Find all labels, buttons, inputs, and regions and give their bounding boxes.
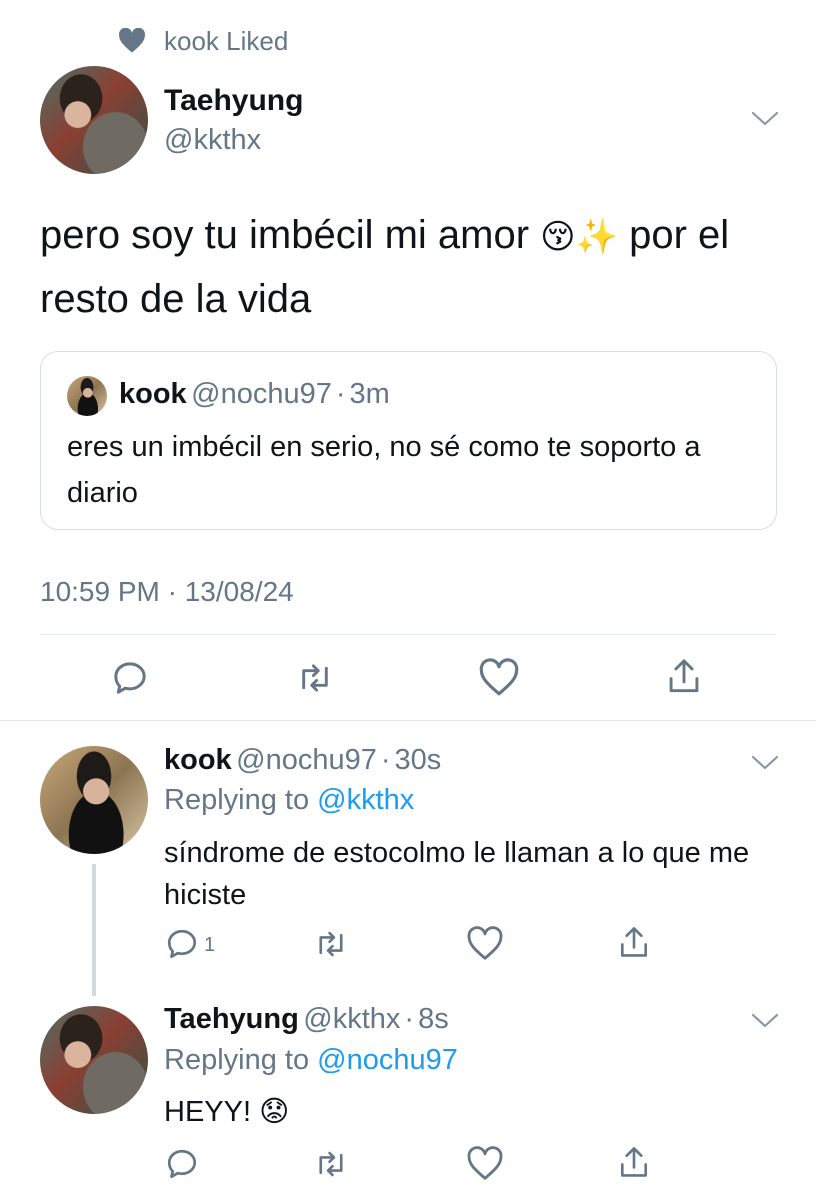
reply-author-handle[interactable]: @nochu97 (236, 744, 377, 776)
reply-time[interactable]: 8s (418, 1003, 449, 1035)
retweet-icon[interactable] (294, 658, 336, 698)
quote-text: eres un imbécil en serio, no sé como te … (67, 431, 701, 509)
share-icon[interactable] (616, 1144, 652, 1182)
reply-author-name[interactable]: Taehyung (164, 1003, 299, 1035)
replying-to: Replying to @nochu97 (164, 1044, 458, 1077)
reply-icon[interactable] (110, 658, 150, 698)
chevron-down-icon[interactable] (750, 108, 780, 128)
share-icon[interactable] (664, 656, 704, 698)
chevron-down-icon[interactable] (750, 1010, 780, 1030)
quote-author-name: kook (119, 378, 187, 410)
quote-avatar (67, 376, 107, 416)
reply-avatar[interactable] (40, 1006, 148, 1114)
replying-to-label: Replying to (164, 1044, 310, 1076)
section-divider (0, 720, 816, 721)
reply-author-name[interactable]: kook (164, 744, 232, 776)
heart-icon (118, 28, 146, 54)
retweet-icon[interactable] (312, 926, 350, 962)
tweet-timestamp[interactable]: 10:59 PM · 13/08/24 (40, 576, 294, 608)
tweet-text: pero soy tu imbécil mi amor 😚✨ por el re… (40, 204, 780, 330)
separator: · (380, 744, 391, 776)
thread-line (92, 864, 96, 996)
sparkles-icon: ✨ (575, 218, 618, 256)
quote-tweet[interactable]: kook @nochu97 · 3m eres un imbécil en seri… (40, 351, 777, 530)
separator: · (404, 1003, 415, 1035)
divider (40, 634, 776, 635)
share-icon[interactable] (616, 924, 652, 962)
reply-icon[interactable] (164, 926, 200, 962)
quote-author-handle: @nochu97 (191, 378, 332, 410)
reply-avatar[interactable] (40, 746, 148, 854)
like-icon[interactable] (466, 1146, 504, 1182)
reply-icon[interactable] (164, 1146, 200, 1182)
replying-to: Replying to @kkthx (164, 784, 414, 817)
reply-time[interactable]: 30s (395, 744, 442, 776)
author-name[interactable]: Taehyung (164, 84, 303, 118)
like-icon[interactable] (478, 658, 520, 698)
retweet-icon[interactable] (312, 1146, 350, 1182)
separator: · (335, 378, 346, 410)
tweet-text-part1: pero soy tu imbécil mi amor (40, 213, 530, 257)
chevron-down-icon[interactable] (750, 752, 780, 772)
replying-to-link[interactable]: @nochu97 (317, 1044, 458, 1076)
kissing-face-icon: 😚 (540, 218, 576, 256)
like-icon[interactable] (466, 926, 504, 962)
quote-time: 3m (349, 378, 390, 410)
replying-to-label: Replying to (164, 784, 310, 816)
social-context: kook Liked (164, 26, 289, 56)
reply-count: 1 (204, 934, 216, 956)
reply-text: HEYY! 😟 (164, 1096, 290, 1128)
reply-text: síndrome de estocolmo le llaman a lo que… (164, 837, 750, 911)
replying-to-link[interactable]: @kkthx (317, 784, 414, 816)
reply-author-handle[interactable]: @kkthx (303, 1003, 400, 1035)
avatar[interactable] (40, 66, 148, 174)
author-handle[interactable]: @kkthx (164, 124, 261, 157)
